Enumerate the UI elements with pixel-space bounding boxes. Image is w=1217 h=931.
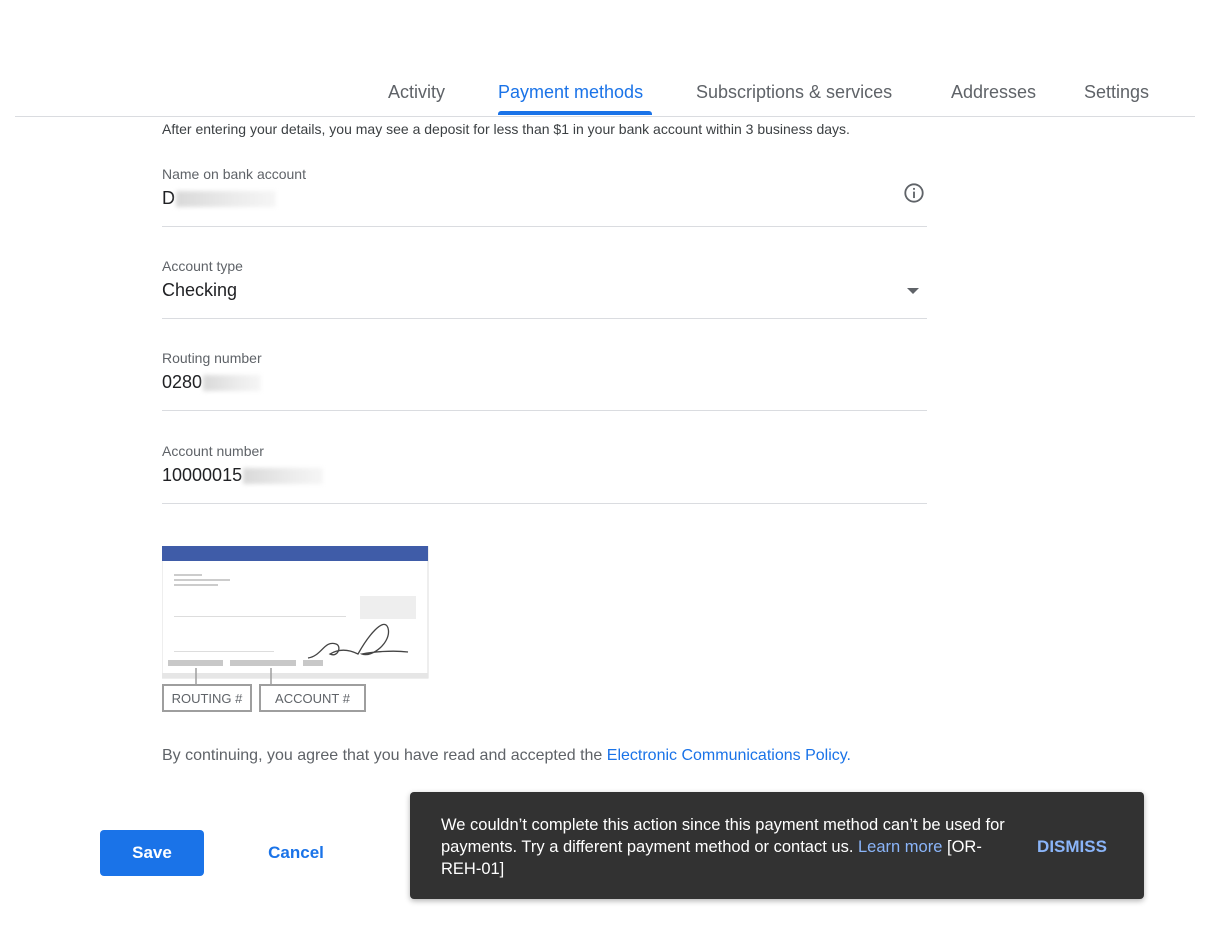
payment-methods-page: Activity Payment methods Subscriptions &… [0, 0, 1217, 931]
electronic-communications-policy-link[interactable]: Electronic Communications Policy. [607, 747, 851, 764]
tab-activity[interactable]: Activity [388, 82, 445, 103]
redacted-routing [203, 375, 262, 392]
account-number-input[interactable]: 10000015 [162, 465, 324, 486]
agreement-prefix: By continuing, you agree that you have r… [162, 747, 607, 764]
cancel-button[interactable]: Cancel [246, 830, 346, 876]
account-type-label: Account type [162, 258, 243, 274]
routing-number-field[interactable]: Routing number 0280 [162, 350, 927, 411]
agreement-text: By continuing, you agree that you have r… [162, 747, 851, 765]
account-legend: ACCOUNT # [259, 684, 366, 712]
tab-addresses[interactable]: Addresses [951, 82, 1036, 103]
tab-settings[interactable]: Settings [1084, 82, 1149, 103]
active-tab-indicator [498, 111, 652, 115]
error-snackbar: We couldn’t complete this action since t… [410, 792, 1144, 899]
save-button[interactable]: Save [100, 830, 204, 876]
name-on-account-value: D [162, 188, 175, 208]
tab-payment-methods[interactable]: Payment methods [498, 82, 643, 103]
learn-more-link[interactable]: Learn more [858, 838, 942, 856]
deposit-notice: After entering your details, you may see… [162, 121, 850, 137]
info-icon[interactable] [903, 182, 925, 204]
routing-number-label: Routing number [162, 350, 262, 366]
snackbar-message: We couldn’t complete this action since t… [441, 814, 1016, 880]
account-number-label: Account number [162, 443, 264, 459]
check-image [161, 545, 429, 686]
name-on-account-input[interactable]: D [162, 188, 276, 209]
account-tab-bar: Activity Payment methods Subscriptions &… [15, 70, 1195, 117]
routing-legend: ROUTING # [162, 684, 252, 712]
name-on-account-label: Name on bank account [162, 166, 306, 182]
account-type-value: Checking [162, 280, 238, 300]
routing-number-input[interactable]: 0280 [162, 372, 262, 393]
check-illustration: ROUTING # ACCOUNT # [161, 545, 432, 716]
account-number-field[interactable]: Account number 10000015 [162, 443, 927, 504]
tab-subscriptions-services[interactable]: Subscriptions & services [696, 82, 892, 103]
account-number-value: 10000015 [162, 465, 243, 485]
routing-number-value: 0280 [162, 372, 203, 392]
account-type-select[interactable]: Account type Checking [162, 258, 927, 319]
dropdown-arrow-icon[interactable] [907, 288, 919, 294]
redacted-account [243, 468, 324, 485]
name-on-account-field[interactable]: Name on bank account D [162, 166, 927, 227]
dismiss-button[interactable]: DISMISS [1022, 832, 1122, 862]
redacted-name [176, 191, 276, 208]
